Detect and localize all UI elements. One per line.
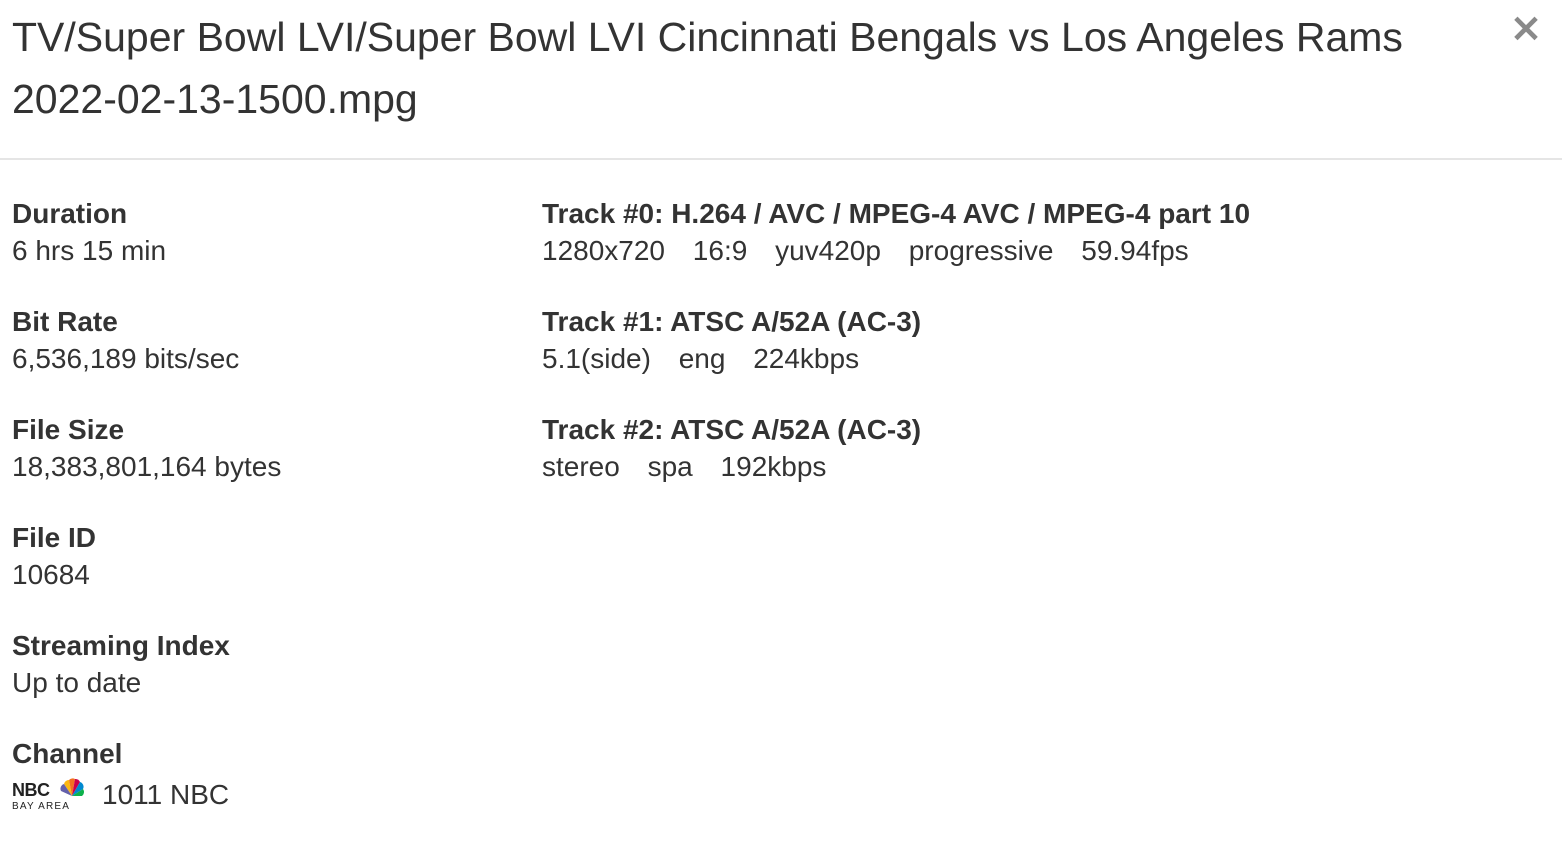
duration-value: 6 hrs 15 min [12, 235, 167, 266]
track-0-details: 1280x720 16:9 yuv420p progressive 59.94f… [542, 232, 1542, 270]
duration-label: Duration [12, 198, 128, 229]
file-id-value: 10684 [12, 559, 90, 590]
file-id-field: File ID 10684 [12, 520, 512, 628]
track-2-bitrate: 192kbps [720, 451, 827, 482]
track-1-channels: 5.1(side) [542, 343, 651, 374]
bit-rate-label: Bit Rate [12, 306, 118, 337]
track-0: Track #0: H.264 / AVC / MPEG-4 AVC / MPE… [542, 196, 1542, 304]
track-0-aspect: 16:9 [692, 235, 748, 266]
logo-text-top: NBC [12, 780, 50, 800]
track-0-heading: Track #0: H.264 / AVC / MPEG-4 AVC / MPE… [542, 198, 1251, 229]
duration-field: Duration 6 hrs 15 min [12, 196, 512, 304]
track-2-details: stereo spa 192kbps [542, 448, 1542, 486]
file-size-label: File Size [12, 414, 125, 445]
file-id-label: File ID [12, 522, 97, 553]
track-2-language: spa [647, 451, 693, 482]
file-size-value: 18,383,801,164 bytes [12, 451, 282, 482]
track-0-pixel-format: yuv420p [775, 235, 881, 266]
track-0-resolution: 1280x720 [542, 235, 666, 266]
track-0-scan: progressive [908, 235, 1054, 266]
track-1-details: 5.1(side) eng 224kbps [542, 340, 1542, 378]
bit-rate-value: 6,536,189 bits/sec [12, 343, 240, 374]
close-button[interactable]: × [1508, 8, 1544, 48]
logo-text-bottom: BAY AREA [12, 801, 70, 812]
track-1-language: eng [678, 343, 726, 374]
streaming-index-value: Up to date [12, 667, 142, 698]
streaming-index-field: Streaming Index Up to date [12, 628, 512, 736]
peacock-icon [60, 778, 84, 796]
track-1-heading: Track #1: ATSC A/52A (AC-3) [542, 306, 922, 337]
channel-label: Channel [12, 738, 123, 769]
track-1-bitrate: 224kbps [753, 343, 860, 374]
nbc-bay-area-logo: NBC BAY AREA [12, 778, 84, 812]
channel-row: NBC BAY AREA 1011 NBC [12, 776, 512, 814]
track-2-heading: Track #2: ATSC A/52A (AC-3) [542, 414, 922, 445]
track-2-channels: stereo [542, 451, 620, 482]
close-icon: × [1509, 5, 1543, 51]
channel-field: Channel NBC BAY AREA 1011 NBC [12, 736, 512, 844]
track-0-framerate: 59.94fps [1081, 235, 1189, 266]
track-2: Track #2: ATSC A/52A (AC-3) stereo spa 1… [542, 412, 1542, 520]
channel-value: 1011 NBC [102, 779, 230, 810]
bit-rate-field: Bit Rate 6,536,189 bits/sec [12, 304, 512, 412]
track-1: Track #1: ATSC A/52A (AC-3) 5.1(side) en… [542, 304, 1542, 412]
tracks-column: Track #0: H.264 / AVC / MPEG-4 AVC / MPE… [542, 196, 1542, 520]
dialog-title: TV/Super Bowl LVI/Super Bowl LVI Cincinn… [12, 14, 1403, 122]
streaming-index-label: Streaming Index [12, 630, 230, 661]
file-info-column: Duration 6 hrs 15 min Bit Rate 6,536,189… [12, 196, 512, 844]
dialog-header: TV/Super Bowl LVI/Super Bowl LVI Cincinn… [0, 0, 1562, 160]
file-size-field: File Size 18,383,801,164 bytes [12, 412, 512, 520]
